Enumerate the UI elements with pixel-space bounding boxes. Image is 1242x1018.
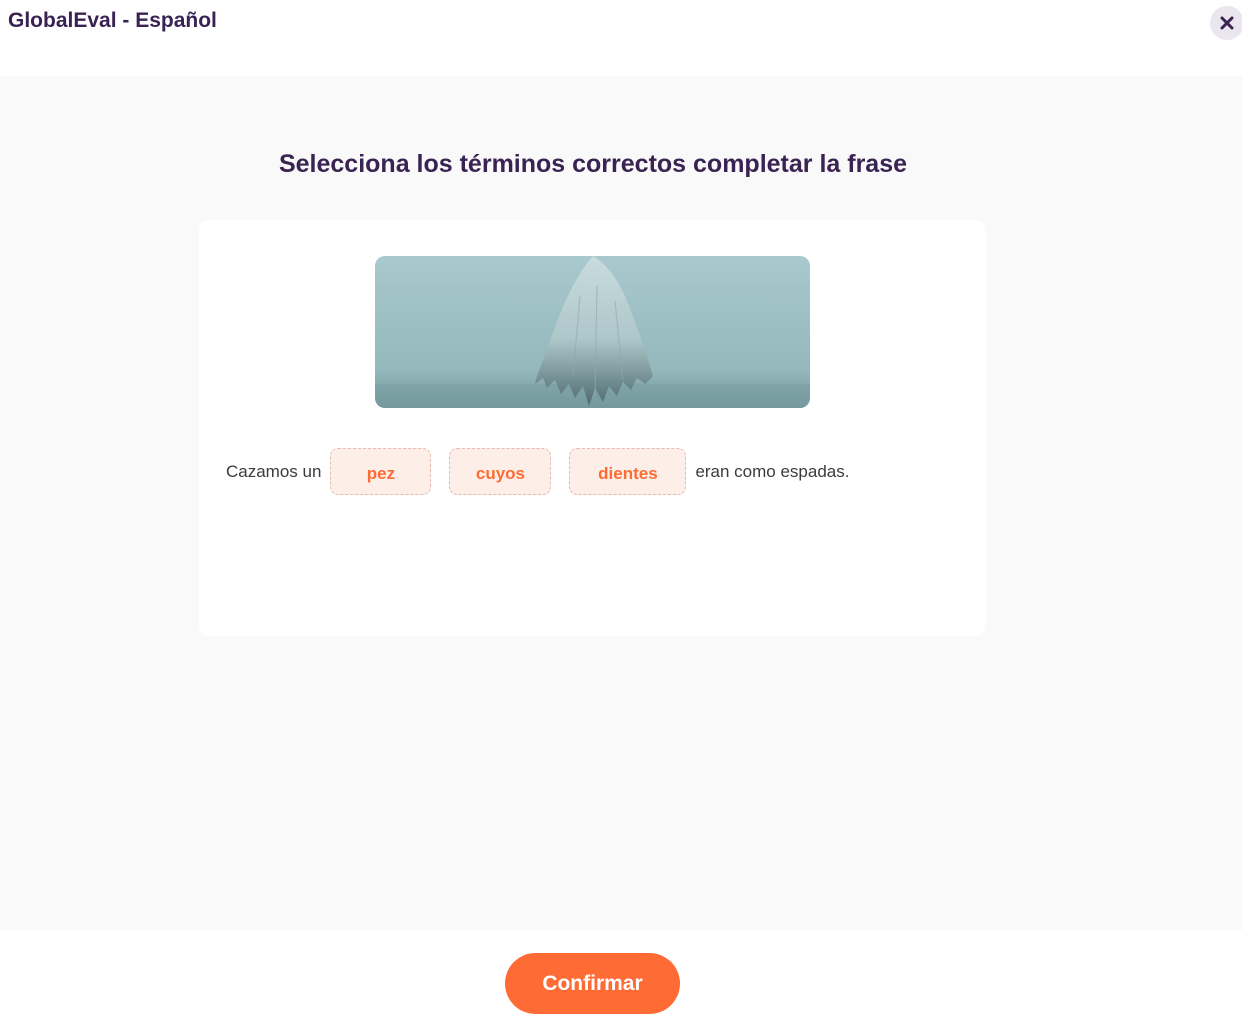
question-card: Cazamos un pez cuyos dientes eran como e… <box>199 220 986 636</box>
sentence: Cazamos un pez cuyos dientes eran como e… <box>226 448 849 495</box>
sentence-after: eran como espadas. <box>695 461 850 481</box>
sentence-before: Cazamos un <box>226 461 322 481</box>
blank-slot-2[interactable]: cuyos <box>449 448 552 495</box>
blank-slot-1[interactable]: pez <box>330 448 432 495</box>
top-bar: GlobalEval - Español <box>0 0 1242 76</box>
question-title: Selecciona los términos correctos comple… <box>278 150 908 178</box>
close-button[interactable] <box>1210 6 1242 40</box>
footer: Confirmar <box>0 930 1242 1018</box>
ghost-illustration <box>375 256 810 408</box>
main-content: Selecciona los términos correctos comple… <box>0 76 1242 930</box>
blank-slot-3[interactable]: dientes <box>569 448 687 495</box>
confirm-button[interactable]: Confirmar <box>505 953 680 1014</box>
app-title: GlobalEval - Español <box>8 9 217 32</box>
close-icon <box>1220 16 1234 30</box>
